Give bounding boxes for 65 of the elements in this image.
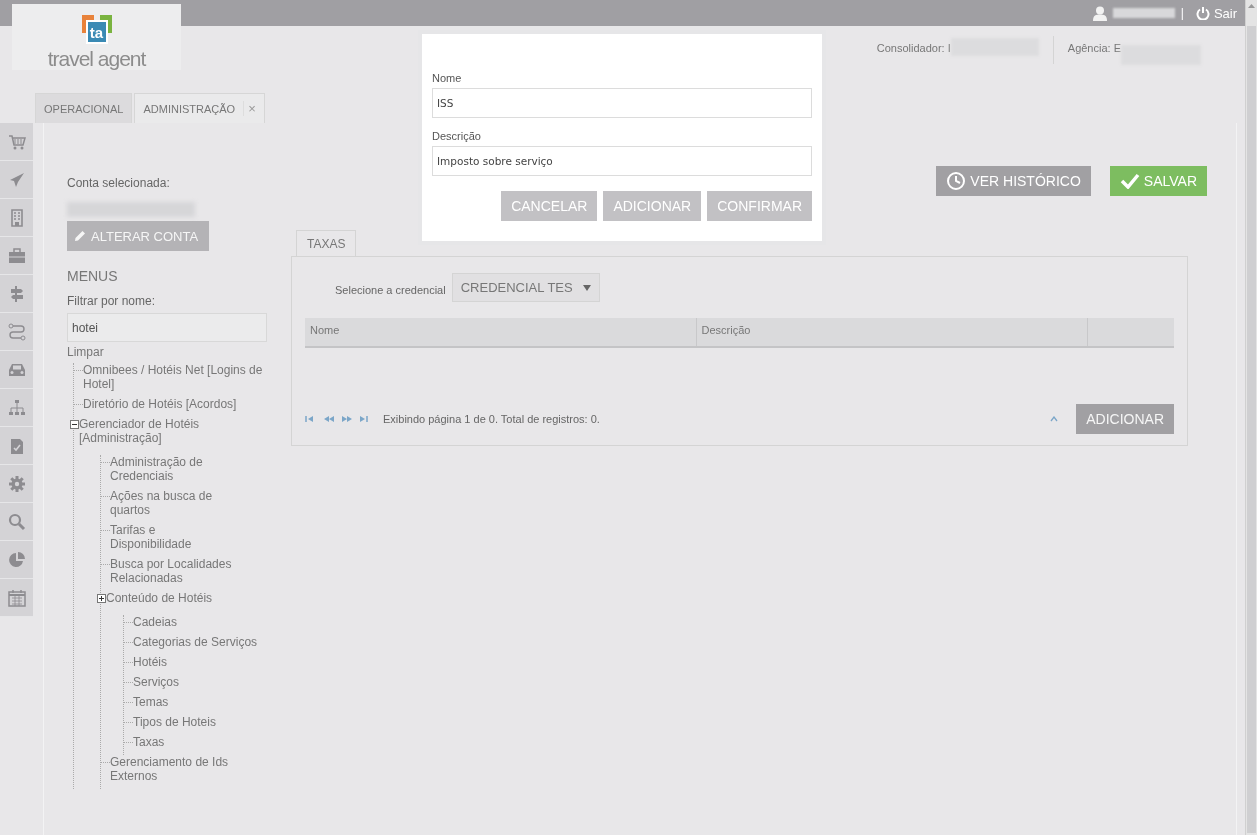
tab[interactable]: OPERACIONAL	[35, 93, 133, 123]
filter-field[interactable]: hotei	[67, 313, 267, 342]
menu-item[interactable]: Cadeias	[133, 615, 178, 629]
menu-item[interactable]: Categorias de Serviços	[133, 635, 258, 649]
field-label: Nome	[432, 72, 463, 84]
agency-label: Agência: E	[1067, 42, 1121, 54]
field-label: Descrição	[432, 130, 482, 142]
menu-item[interactable]: Busca por Localidades Relacionadas	[110, 557, 240, 585]
search-icon[interactable]	[7, 512, 26, 531]
section-title: MENUS	[67, 268, 119, 284]
logout-link[interactable]: Sair	[1195, 5, 1237, 21]
pagination-text: Exibindo página 1 de 0. Total de registros: 0.	[383, 413, 601, 425]
menu-item[interactable]: Taxas	[133, 735, 165, 749]
blurred-text	[1112, 8, 1175, 18]
tab[interactable]: TAXAS	[296, 230, 357, 256]
dropdown-caret-icon	[582, 284, 591, 291]
history-button[interactable]: VER HISTÓRICO	[936, 166, 1091, 196]
menu-item[interactable]: Tipos de Hoteis	[133, 715, 216, 729]
sitemap-icon[interactable]	[7, 398, 26, 417]
menu-item[interactable]: Diretório de Hotéis [Acordos]	[83, 397, 237, 411]
user-icon	[1092, 5, 1107, 21]
tab[interactable]: ADMINISTRAÇÃO ×	[134, 93, 265, 123]
menu-item[interactable]: Serviços	[133, 675, 179, 689]
menu-item[interactable]: Gerenciador de Hotéis [Administração]	[79, 417, 263, 445]
cart-icon[interactable]	[7, 132, 26, 151]
column-header[interactable]: Nome	[305, 318, 697, 346]
menu-item[interactable]: Administração de Credenciais	[110, 455, 240, 483]
save-button[interactable]: SALVAR	[1109, 166, 1207, 196]
next-page-icon[interactable]	[341, 414, 353, 424]
briefcase-icon[interactable]	[7, 246, 26, 265]
power-icon	[1195, 6, 1210, 20]
menu-item[interactable]: Conteúdo de Hotéis	[106, 591, 213, 605]
change-account-button[interactable]: ALTERAR CONTA	[67, 221, 209, 251]
previous-page-icon[interactable]	[323, 414, 335, 424]
caret-up-icon[interactable]	[1050, 416, 1059, 422]
route-icon[interactable]	[7, 322, 26, 341]
input-field[interactable]: Imposto sobre serviço	[432, 146, 812, 176]
last-page-icon[interactable]	[359, 414, 371, 424]
credential-label: Selecione a credencial	[335, 283, 446, 296]
add-button[interactable]: ADICIONAR	[1076, 404, 1174, 434]
menu-item[interactable]: Gerenciamento de Ids Externos	[110, 755, 240, 783]
settings-icon[interactable]	[7, 474, 26, 493]
logo-text: travel agent	[47, 48, 146, 69]
pie-chart-icon[interactable]	[7, 550, 26, 569]
scrollbar[interactable]	[1245, 0, 1257, 835]
expand-icon[interactable]	[97, 594, 106, 603]
calendar-icon[interactable]	[7, 588, 26, 607]
clear-link[interactable]: Limpar	[67, 345, 104, 359]
filter-label: Filtrar por nome:	[67, 294, 157, 308]
input-field[interactable]: ISS	[432, 88, 812, 118]
menu-item[interactable]: Omnibees / Hotéis Net [Logins de Hotel]	[83, 363, 267, 391]
pencil-icon	[74, 230, 86, 242]
column-header[interactable]: Descrição	[696, 318, 1089, 346]
collapse-icon[interactable]	[70, 420, 79, 429]
logo-mark: ta	[79, 15, 114, 44]
account-label: Conta selecionada:	[67, 176, 171, 190]
separator: |	[1180, 6, 1184, 20]
clock-icon	[946, 171, 967, 191]
menu-item[interactable]: Hotéis	[133, 655, 167, 669]
menu-item[interactable]: Ações na busca de quartos	[110, 489, 240, 517]
menu-item[interactable]: Tarifas e Disponibilidade	[110, 523, 240, 551]
menu-item[interactable]: Temas	[133, 695, 169, 709]
check-icon	[1119, 173, 1140, 189]
consolidator-label: Consolidador: I	[876, 42, 951, 54]
credential-dropdown[interactable]: CREDENCIAL TES	[451, 273, 600, 302]
